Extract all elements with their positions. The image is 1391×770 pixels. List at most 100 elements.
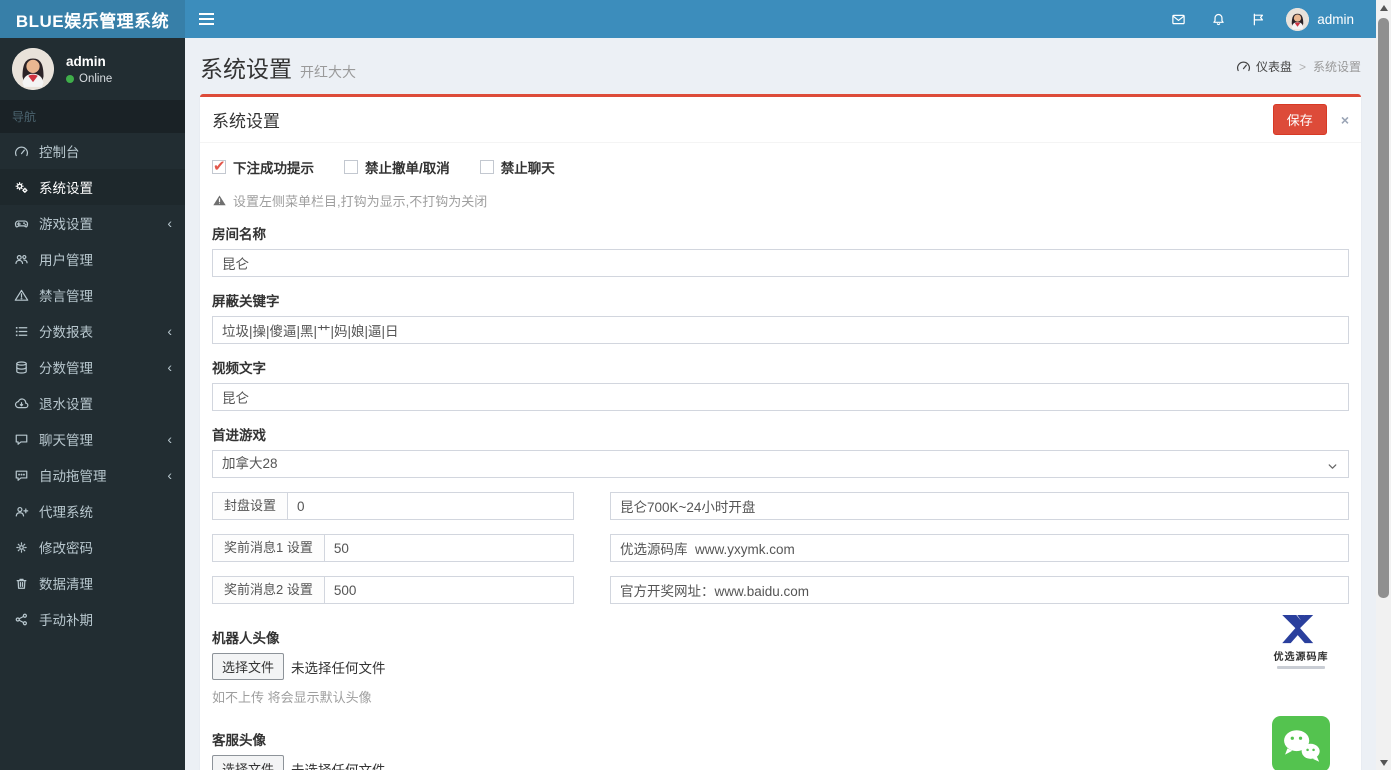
seal-setting-input[interactable] <box>287 492 574 520</box>
first-game-select[interactable]: 加拿大28 <box>212 450 1349 478</box>
navbar-username: admin <box>1317 11 1354 27</box>
notifications-icon[interactable] <box>1198 0 1238 38</box>
checkbox-forbid-chat[interactable]: 禁止聊天 <box>479 157 555 177</box>
user-name: admin <box>66 53 106 69</box>
sidebar-item-manual-reissue[interactable]: 手动补期 <box>0 601 185 637</box>
top-navbar: BLUE娱乐管理系统 admin <box>0 0 1376 38</box>
chevron-left-icon: ‹ <box>167 431 172 447</box>
seal-setting-addon: 封盘设置 <box>212 492 288 520</box>
main-content: 系统设置 开红大大 仪表盘 > 系统设置 系统设置 保存 × 下注成功提示 禁止撤… <box>185 38 1376 770</box>
sidebar-item-chat-management[interactable]: 聊天管理 ‹ <box>0 421 185 457</box>
service-avatar-label: 客服头像 <box>212 733 266 748</box>
sidebar-item-system-settings[interactable]: 系统设置 <box>0 169 185 205</box>
pre-msg1-input[interactable] <box>323 534 574 562</box>
gears-icon <box>13 179 30 195</box>
checkbox-unchecked-icon[interactable] <box>479 160 494 174</box>
sidebar-toggle[interactable] <box>185 0 227 38</box>
sidebar-item-score-management[interactable]: 分数管理 ‹ <box>0 349 185 385</box>
robot-avatar-note: 如不上传 将会显示默认头像 <box>212 690 372 705</box>
robot-avatar-label: 机器人头像 <box>212 631 280 646</box>
navbar-user-menu[interactable]: admin <box>1278 7 1362 31</box>
service-avatar-file-button[interactable]: 选择文件 <box>212 755 285 770</box>
page-subtitle: 开红大大 <box>300 64 356 80</box>
open-note-input[interactable] <box>610 492 1349 520</box>
commenting-icon <box>13 467 30 483</box>
sidebar: admin Online 导航 控制台 系统设置 游戏设置 ‹ 用户管理 禁言管理… <box>0 38 185 770</box>
room-name-input[interactable] <box>212 249 1349 277</box>
yx-logo-subtext <box>1277 666 1325 669</box>
share-nodes-icon <box>13 611 30 627</box>
database-icon <box>13 359 30 375</box>
system-settings-card: 系统设置 保存 × 下注成功提示 禁止撤单/取消 禁止聊天 设置左侧菜单栏目,打… <box>200 94 1361 770</box>
card-title: 系统设置 <box>212 112 280 131</box>
video-text-input[interactable] <box>212 383 1349 411</box>
sidebar-item-mute-management[interactable]: 禁言管理 <box>0 277 185 313</box>
sidebar-item-agent-system[interactable]: 代理系统 <box>0 493 185 529</box>
pre-msg2-addon: 奖前消息2 设置 <box>212 576 324 604</box>
pre-msg1-group: 奖前消息1 设置 <box>212 534 574 562</box>
window-scrollbar[interactable] <box>1376 0 1391 770</box>
checkbox-unchecked-icon[interactable] <box>344 160 358 174</box>
messages-icon[interactable] <box>1158 0 1198 38</box>
users-icon <box>13 251 30 267</box>
save-button[interactable]: 保存 <box>1272 104 1327 135</box>
video-text-label: 视频文字 <box>212 361 266 376</box>
chevron-down-icon <box>1325 457 1340 483</box>
sidebar-item-score-report[interactable]: 分数报表 ‹ <box>0 313 185 349</box>
gauge-icon <box>1235 59 1252 75</box>
chevron-left-icon: ‹ <box>167 359 172 375</box>
list-icon <box>13 323 30 339</box>
checkbox-bet-success-tip[interactable]: 下注成功提示 <box>212 157 314 177</box>
sidebar-item-rebate-settings[interactable]: 退水设置 <box>0 385 185 421</box>
breadcrumb-home[interactable]: 仪表盘 <box>1235 58 1292 75</box>
online-dot <box>66 74 74 83</box>
user-panel: admin Online <box>0 38 185 100</box>
user-status: Online <box>66 73 112 85</box>
checkbox-checked-icon[interactable] <box>212 157 226 175</box>
sidebar-item-dashboard[interactable]: 控制台 <box>0 133 185 169</box>
gear-icon <box>13 539 30 555</box>
gamepad-icon <box>13 215 30 231</box>
first-game-label: 首进游戏 <box>212 428 266 443</box>
sidebar-item-user-management[interactable]: 用户管理 <box>0 241 185 277</box>
sidebar-section-label: 导航 <box>0 100 185 133</box>
menu-setting-notice: 设置左侧菜单栏目,打钩为显示,不打钩为关闭 <box>212 191 1349 210</box>
breadcrumb-current: 系统设置 <box>1312 60 1361 74</box>
robot-avatar-file-button[interactable]: 选择文件 <box>212 653 285 680</box>
user-avatar <box>12 48 54 90</box>
checkbox-forbid-cancel[interactable]: 禁止撤单/取消 <box>344 157 450 177</box>
block-keywords-input[interactable] <box>212 316 1349 344</box>
brand-logo[interactable]: BLUE娱乐管理系统 <box>0 0 185 38</box>
warning-icon <box>13 287 30 303</box>
block-keywords-label: 屏蔽关键字 <box>212 294 280 309</box>
robot-avatar-file-status: 未选择任何文件 <box>291 660 386 676</box>
scroll-up-arrow[interactable] <box>1376 0 1391 15</box>
wechat-icon <box>1271 716 1331 770</box>
robot-avatar-block: 机器人头像 选择文件 未选择任何文件 如不上传 将会显示默认头像 优选源码库 <box>212 614 1349 706</box>
gauge-icon <box>13 143 30 159</box>
robot-default-avatar-logo: 优选源码库 <box>1271 614 1331 669</box>
sidebar-item-change-password[interactable]: 修改密码 <box>0 529 185 565</box>
room-name-label: 房间名称 <box>212 227 266 242</box>
chevron-left-icon: ‹ <box>167 323 172 339</box>
source-note-input[interactable] <box>610 534 1349 562</box>
scrollbar-thumb[interactable] <box>1378 18 1389 598</box>
seal-setting-group: 封盘设置 <box>212 492 574 520</box>
yx-logo-text: 优选源码库 <box>1273 652 1329 663</box>
sidebar-item-data-cleanup[interactable]: 数据清理 <box>0 565 185 601</box>
official-note-input[interactable] <box>610 576 1349 604</box>
pre-msg1-addon: 奖前消息1 设置 <box>212 534 324 562</box>
breadcrumb: 仪表盘 > 系统设置 <box>1235 58 1361 75</box>
service-avatar-file-status: 未选择任何文件 <box>291 762 386 770</box>
service-avatar-block: 客服头像 选择文件 未选择任何文件 如不上传 将会显示默认头像 <box>212 716 1349 770</box>
warning-icon <box>212 193 227 208</box>
pre-msg2-input[interactable] <box>323 576 574 604</box>
sidebar-item-auto-bot-management[interactable]: 自动拖管理 ‹ <box>0 457 185 493</box>
sidebar-item-game-settings[interactable]: 游戏设置 ‹ <box>0 205 185 241</box>
trash-icon <box>13 575 30 591</box>
flag-icon[interactable] <box>1238 0 1278 38</box>
chevron-left-icon: ‹ <box>167 215 172 231</box>
checkbox-row: 下注成功提示 禁止撤单/取消 禁止聊天 <box>212 157 1349 177</box>
scroll-down-arrow[interactable] <box>1376 755 1391 770</box>
collapse-icon[interactable]: × <box>1341 112 1349 128</box>
